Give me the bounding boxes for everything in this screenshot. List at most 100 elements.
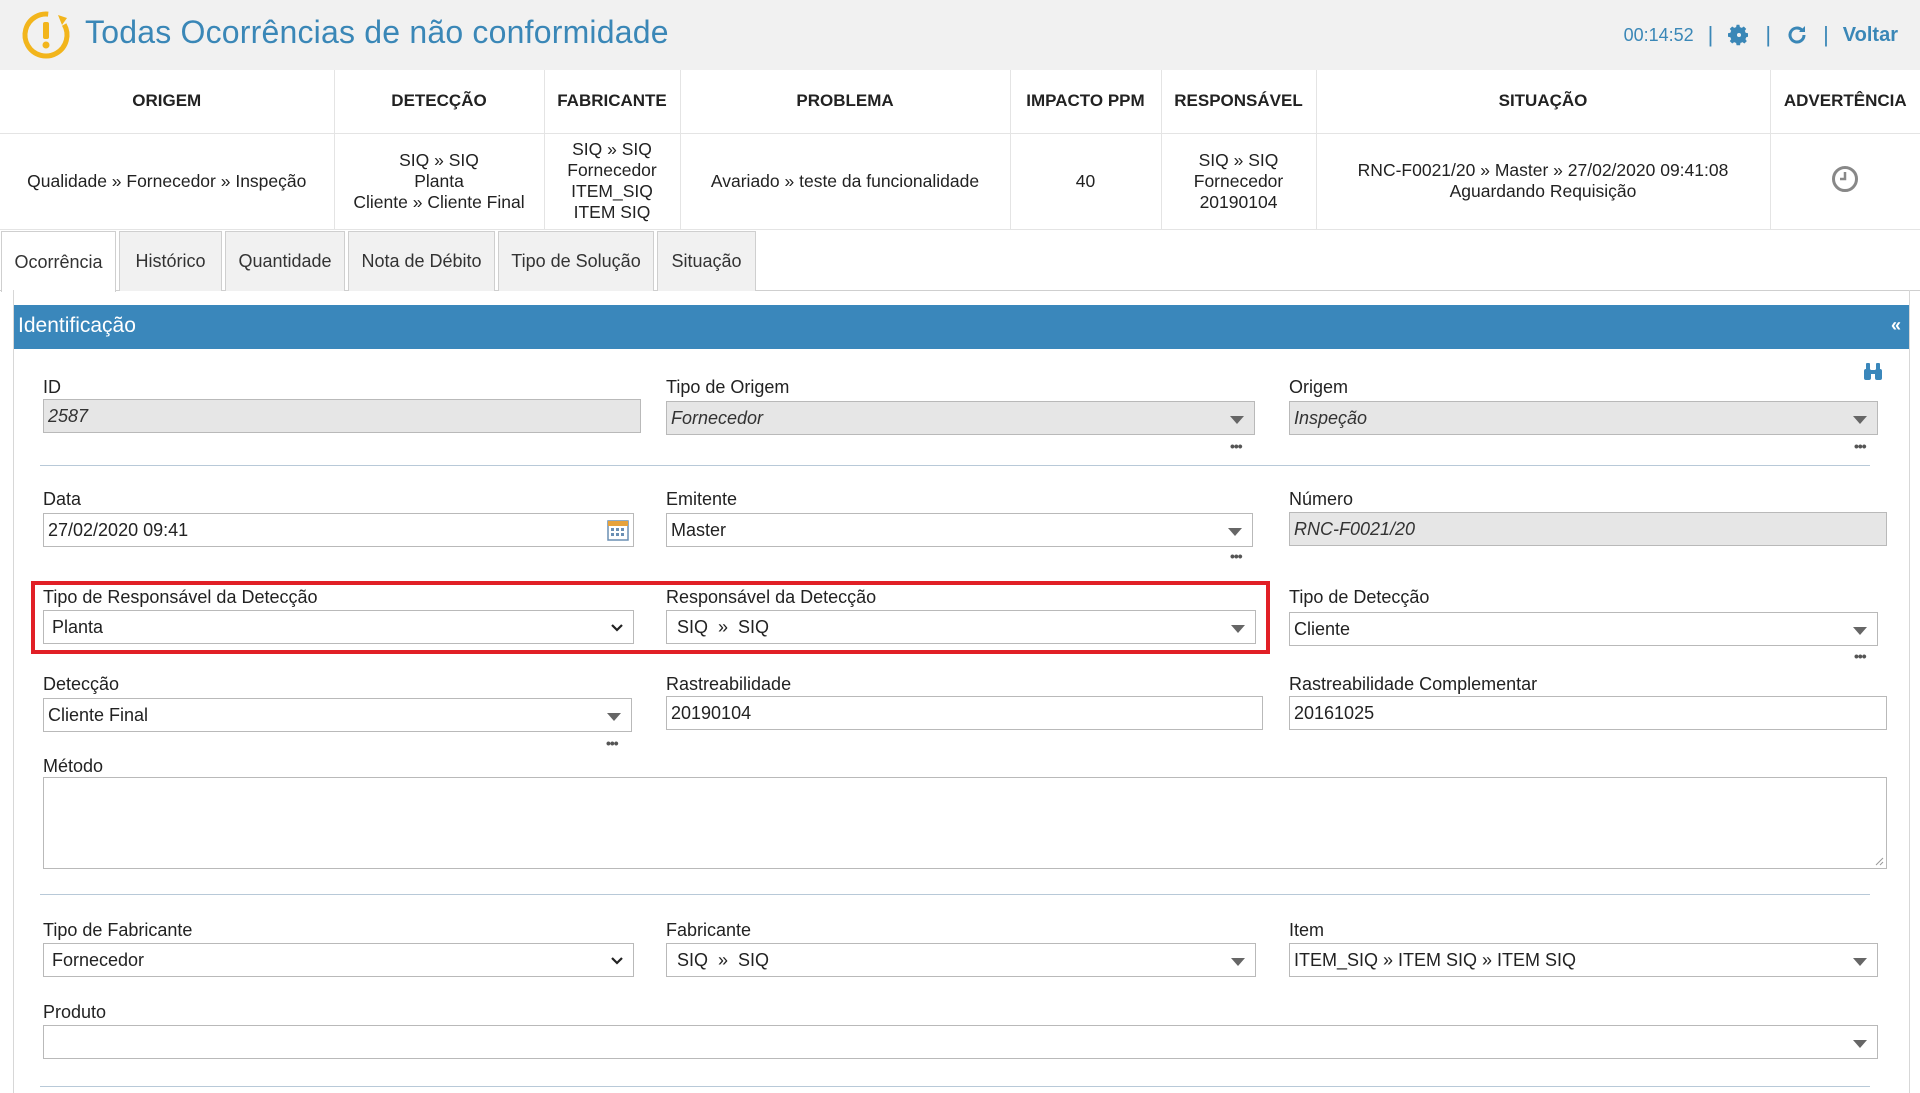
cell-impacto: 40 (1010, 133, 1162, 230)
tipo-resp-value: Planta (52, 616, 104, 637)
rastreabilidade-label: Rastreabilidade (666, 674, 792, 694)
tab-historico[interactable]: Histórico (119, 231, 222, 291)
metodo-textarea[interactable] (43, 777, 1887, 869)
tipo-fabricante-value: Fornecedor (52, 949, 145, 970)
metodo-label: Método (43, 756, 104, 776)
rastreabilidade-value: 20190104 (671, 702, 752, 723)
table-row: Qualidade » Fornecedor » Inspeção SIQ » … (0, 133, 1920, 230)
date-value: 27/02/2020 09:41 (48, 519, 189, 540)
tipo-deteccao-select[interactable]: Cliente (1289, 612, 1878, 646)
divider (40, 465, 1870, 466)
chevron-down-icon (611, 957, 623, 965)
cell-line: SIQ » SIQ (1198, 149, 1279, 170)
emitente-select[interactable]: Master (666, 513, 1253, 547)
section-header[interactable]: Identificação « (14, 305, 1909, 349)
rastreabilidade-comp-input[interactable]: 20161025 (1289, 696, 1887, 730)
section-title: Identificação (18, 314, 136, 337)
more-options-icon[interactable]: ••• (606, 735, 619, 751)
session-timer: 00:14:52 (1623, 24, 1694, 45)
id-value: 2587 (48, 405, 89, 426)
resize-handle-icon[interactable] (1874, 856, 1884, 866)
chevron-down-icon (611, 624, 623, 632)
tipo-origem-value: Fornecedor (671, 407, 764, 428)
tab-situacao[interactable]: Situação (657, 231, 756, 291)
col-header-responsavel: RESPONSÁVEL (1161, 70, 1317, 134)
origem-value: Inspeção (1294, 407, 1368, 428)
col-header-impacto: IMPACTO PPM (1010, 70, 1162, 134)
resp-deteccao-select[interactable]: SIQ » SIQ (666, 610, 1256, 644)
tipo-origem-select[interactable]: Fornecedor (666, 401, 1255, 435)
tipo-resp-label: Tipo de Responsável da Detecção (43, 587, 318, 607)
fabricante-label: Fabricante (666, 920, 752, 940)
col-header-problema: PROBLEMA (680, 70, 1011, 134)
tab-quantidade[interactable]: Quantidade (225, 231, 345, 291)
tab-tipo-de-solucao[interactable]: Tipo de Solução (498, 231, 654, 291)
item-label: Item (1289, 920, 1325, 940)
collapse-icon[interactable]: « (1891, 315, 1901, 336)
fabricante-select[interactable]: SIQ » SIQ (666, 943, 1256, 977)
id-field: 2587 (43, 399, 641, 433)
produto-label: Produto (43, 1002, 107, 1022)
cell-line: ITEM_SIQ (571, 181, 653, 201)
produto-select[interactable] (43, 1025, 1878, 1059)
emitente-value: Master (671, 519, 727, 540)
cell-situacao: RNC-F0021/20 » Master » 27/02/2020 09:41… (1316, 133, 1771, 230)
page-title: Todas Ocorrências de não conformidade (85, 14, 669, 50)
tipo-resp-select[interactable]: Planta (43, 610, 634, 644)
col-header-fabricante: FABRICANTE (544, 70, 681, 134)
tipo-deteccao-value: Cliente (1294, 618, 1351, 639)
origem-select[interactable]: Inspeção (1289, 401, 1878, 435)
origem-label: Origem (1289, 377, 1349, 397)
cell-line: SIQ » SIQ (572, 139, 652, 159)
col-header-advertencia: ADVERTÊNCIA (1770, 70, 1920, 134)
tipo-fabricante-select[interactable]: Fornecedor (43, 943, 634, 977)
separator: | (1707, 22, 1714, 47)
back-link[interactable]: Voltar (1843, 24, 1898, 47)
binoculars-icon[interactable] (1862, 361, 1884, 383)
rastreabilidade-input[interactable]: 20190104 (666, 696, 1263, 730)
gear-icon[interactable] (1727, 23, 1751, 47)
summary-table: ORIGEM DETECÇÃO FABRICANTE PROBLEMA IMPA… (0, 70, 1920, 230)
item-select[interactable]: ITEM_SIQ » ITEM SIQ » ITEM SIQ (1289, 943, 1878, 977)
tab-bar: Ocorrência Histórico Quantidade Nota de … (0, 231, 1920, 292)
summary-header-row: ORIGEM DETECÇÃO FABRICANTE PROBLEMA IMPA… (0, 70, 1920, 134)
top-actions: 00:14:52 | | | Voltar (1624, 20, 1898, 50)
deteccao-value: Cliente Final (48, 704, 149, 725)
date-input[interactable]: 27/02/2020 09:41 (43, 513, 634, 547)
calendar-icon[interactable] (607, 519, 629, 541)
cell-advertencia (1770, 133, 1920, 230)
cell-line: Cliente » Cliente Final (353, 191, 525, 212)
col-header-origem: ORIGEM (0, 70, 335, 134)
cell-line: Planta (414, 170, 464, 191)
resp-deteccao-label: Responsável da Detecção (666, 587, 877, 607)
resp-deteccao-value: SIQ » SIQ (677, 616, 770, 637)
numero-field: RNC-F0021/20 (1289, 512, 1887, 546)
clock-icon[interactable] (1831, 165, 1859, 193)
separator: | (1765, 22, 1772, 47)
tab-nota-de-debito[interactable]: Nota de Débito (348, 231, 495, 291)
more-options-icon[interactable]: ••• (1230, 438, 1243, 454)
cell-line: ITEM SIQ (573, 202, 651, 222)
rastreabilidade-comp-value: 20161025 (1294, 702, 1375, 723)
logo-icon (22, 11, 70, 59)
fabricante-value: SIQ » SIQ (677, 949, 770, 970)
tipo-fabricante-label: Tipo de Fabricante (43, 920, 193, 940)
id-label: ID (43, 377, 61, 397)
more-options-icon[interactable]: ••• (1854, 438, 1867, 454)
numero-label: Número (1289, 489, 1354, 509)
divider (40, 894, 1870, 895)
cell-line: Aguardando Requisição (1449, 181, 1637, 201)
cell-line: 20190104 (1199, 191, 1278, 212)
tipo-origem-label: Tipo de Origem (666, 377, 790, 397)
tab-ocorrencia[interactable]: Ocorrência (1, 231, 116, 292)
more-options-icon[interactable]: ••• (1230, 548, 1243, 564)
col-header-deteccao: DETECÇÃO (334, 70, 545, 134)
cell-line: Fornecedor (1193, 170, 1284, 191)
item-value: ITEM_SIQ » ITEM SIQ » ITEM SIQ (1294, 949, 1577, 970)
data-label: Data (43, 489, 82, 509)
deteccao-select[interactable]: Cliente Final (43, 698, 632, 732)
refresh-icon[interactable] (1785, 23, 1809, 47)
more-options-icon[interactable]: ••• (1854, 648, 1867, 664)
tipo-deteccao-label: Tipo de Detecção (1289, 587, 1430, 607)
col-header-situacao: SITUAÇÃO (1316, 70, 1771, 134)
